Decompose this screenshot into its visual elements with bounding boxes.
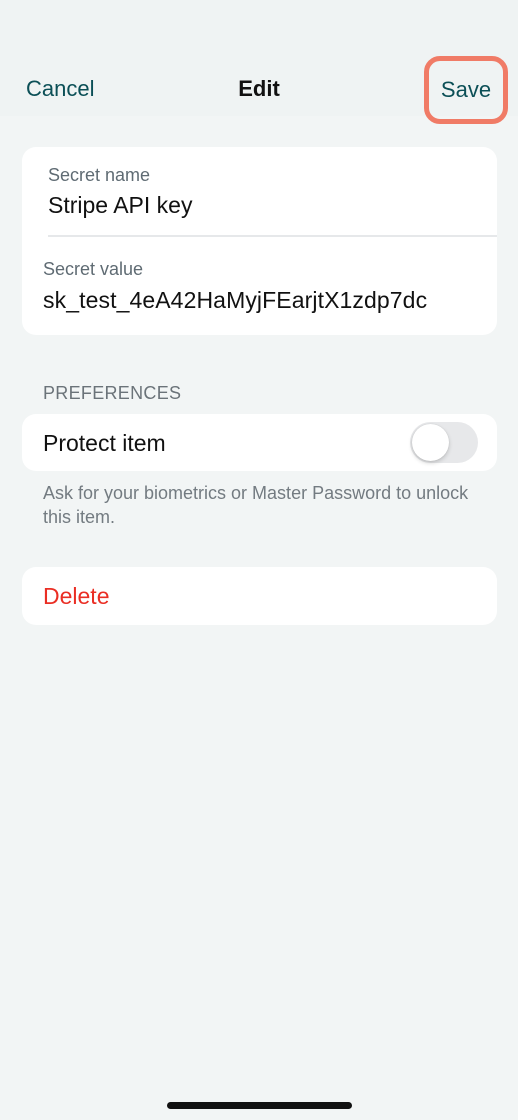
status-bar [0, 0, 518, 58]
edit-secret-screen: Cancel Edit Save Secret name Stripe API … [0, 0, 518, 1120]
delete-label: Delete [43, 583, 110, 609]
field-divider [48, 235, 497, 237]
secret-name-field[interactable]: Stripe API key [48, 192, 192, 219]
secret-value-field[interactable]: sk_test_4eA42HaMyjFEarjtX1zdp7dc [43, 287, 427, 314]
protect-item-label: Protect item [43, 430, 166, 456]
home-indicator [167, 1102, 352, 1109]
save-button-label: Save [440, 77, 492, 102]
secret-fields-card: Secret name Stripe API key Secret value … [22, 147, 497, 335]
delete-button[interactable]: Delete [22, 567, 497, 625]
secret-name-label: Secret name [48, 165, 151, 185]
save-button[interactable]: Save [424, 56, 508, 124]
protect-item-toggle[interactable] [410, 422, 478, 463]
protect-item-row: Protect item [22, 414, 497, 471]
protect-item-description: Ask for your biometrics or Master Passwo… [43, 483, 469, 527]
secret-value-label: Secret value [43, 259, 144, 279]
preferences-section-header: PREFERENCES [43, 383, 182, 403]
navigation-bar: Cancel Edit Save [0, 56, 518, 124]
toggle-knob [412, 424, 449, 461]
